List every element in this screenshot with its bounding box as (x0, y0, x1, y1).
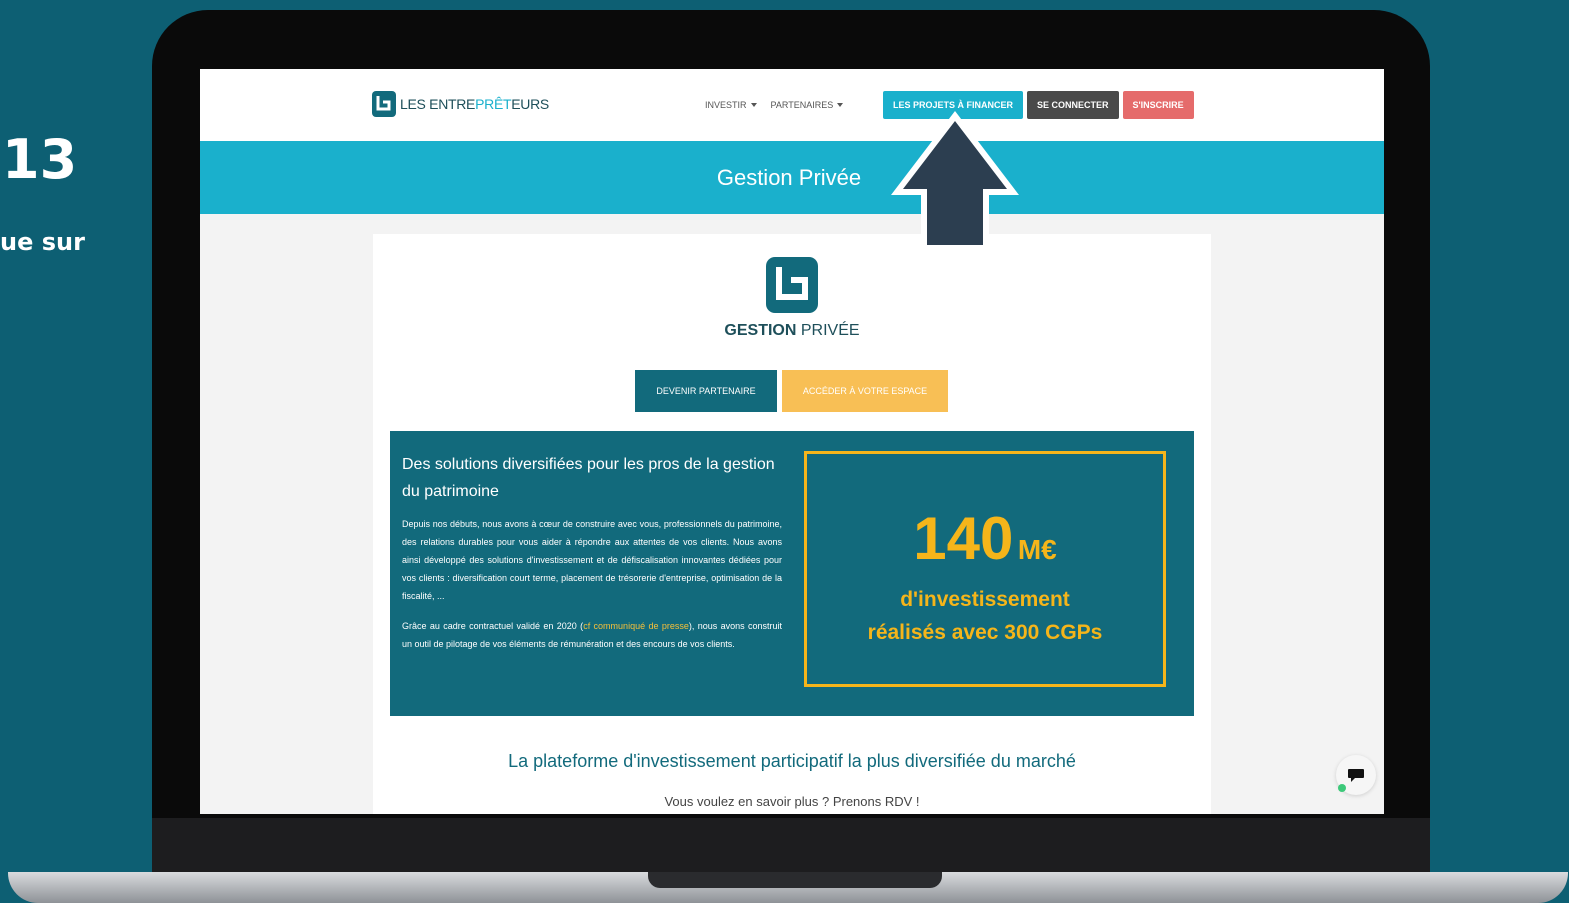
step-caption: ue sur (0, 228, 85, 256)
step-number: 13 (2, 128, 78, 191)
gestion-logo-icon (766, 257, 818, 313)
platform-subtitle: Vous voulez en savoir plus ? Prenons RDV… (664, 794, 920, 809)
solutions-paragraph-2: Grâce au cadre contractuel validé en 202… (402, 621, 782, 649)
solutions-panel: Des solutions diversifiées pour les pros… (390, 431, 1194, 716)
navbar: LES ENTREPRÊTEURS INVESTIR PARTENAIRES L… (200, 69, 1384, 141)
chevron-down-icon (837, 103, 844, 107)
laptop-chin (152, 818, 1430, 878)
nav-invest[interactable]: INVESTIR (705, 100, 757, 110)
brand-logo-icon (372, 91, 396, 117)
press-release-link[interactable]: cf communiqué de presse (583, 621, 689, 631)
stat-box: 140 M€ d'investissement réalisés avec 30… (804, 451, 1166, 687)
login-button[interactable]: SE CONNECTER (1027, 91, 1119, 119)
cta-row: DEVENIR PARTENAIRE ACCÉDER À VOTRE ESPAC… (635, 370, 948, 412)
laptop-notch (648, 872, 942, 888)
page-banner: Gestion Privée (200, 141, 1384, 214)
brand-text: LES ENTREPRÊTEURS (400, 96, 549, 112)
signup-button[interactable]: S'INSCRIRE (1122, 91, 1194, 119)
online-status-dot (1338, 784, 1346, 792)
gestion-logo-text: GESTION PRIVÉE (724, 322, 860, 339)
platform-title: La plateforme d'investissement participa… (508, 751, 1076, 771)
become-partner-button[interactable]: DEVENIR PARTENAIRE (635, 370, 777, 412)
stat-line-1: d'investissement (900, 588, 1070, 611)
brand[interactable]: LES ENTREPRÊTEURS (372, 91, 549, 117)
stat-line-2: réalisés avec 300 CGPs (867, 621, 1103, 644)
chat-bubble-glyph-icon (1348, 769, 1364, 782)
access-space-button[interactable]: ACCÉDER À VOTRE ESPACE (782, 370, 948, 412)
nav-links: INVESTIR PARTENAIRES (705, 100, 844, 110)
browser-screen: LES ENTREPRÊTEURS INVESTIR PARTENAIRES L… (200, 69, 1384, 814)
nav-partners[interactable]: PARTENAIRES (771, 100, 844, 110)
arrow-up-icon (891, 111, 1019, 245)
content-card: GESTION PRIVÉE DEVENIR PARTENAIRE ACCÉDE… (373, 234, 1211, 814)
chevron-down-icon (750, 103, 757, 107)
solutions-paragraph-1: Depuis nos débuts, nous avons à cœur de … (402, 519, 782, 601)
page-title: Gestion Privée (716, 164, 862, 190)
stat-value: 140 M€ (913, 505, 1057, 572)
solutions-title: Des solutions diversifiées pour les pros… (402, 456, 775, 500)
